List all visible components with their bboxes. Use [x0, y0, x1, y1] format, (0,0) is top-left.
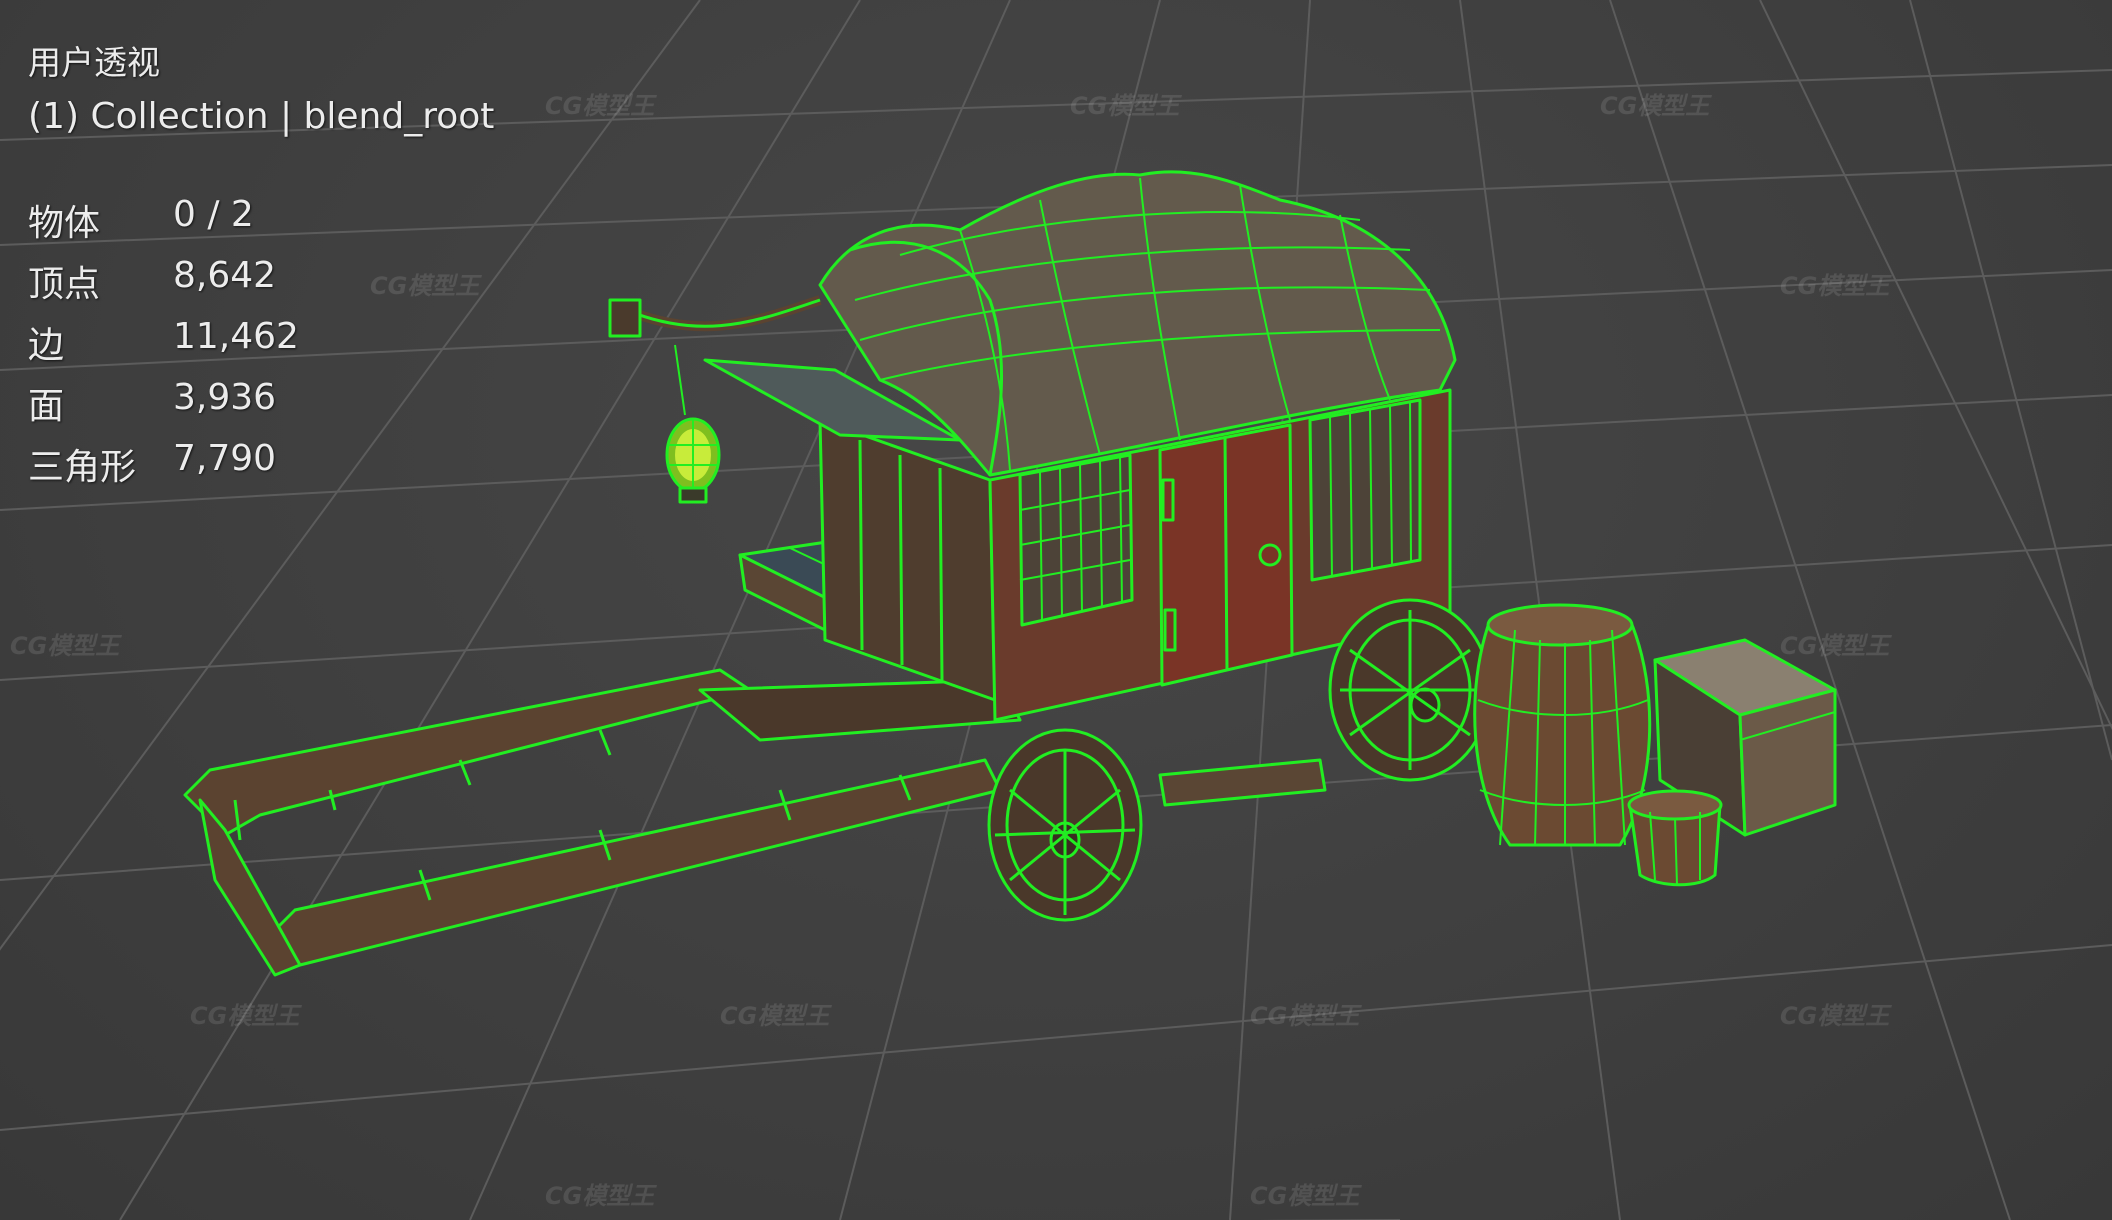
collection-info-label: (1) Collection | blend_root — [28, 96, 495, 137]
stat-label: 物体 — [28, 203, 101, 244]
barrel[interactable] — [1473, 603, 1652, 847]
watermark-text: CG模型王 — [545, 1182, 655, 1210]
stat-value: 7,790 — [173, 438, 277, 479]
watermark-text: CG模型王 — [370, 272, 480, 300]
stat-label: 顶点 — [28, 264, 101, 305]
view-name-label: 用户透视 — [28, 43, 160, 82]
stat-label: 面 — [28, 386, 65, 427]
3d-viewport[interactable]: CG模型王 CG模型王 CG模型王 CG模型王 CG模型王 CG模型王 CG模型… — [0, 0, 2112, 1220]
front-wheel[interactable] — [987, 728, 1143, 922]
watermark-text: CG模型王 — [1070, 92, 1180, 120]
watermark-text: CG模型王 — [1250, 1182, 1360, 1210]
stat-value: 3,936 — [173, 377, 277, 418]
viewport-scene[interactable] — [0, 0, 2112, 1220]
watermark-text: CG模型王 — [720, 1002, 830, 1030]
watermark-text: CG模型王 — [545, 92, 655, 120]
stat-value: 8,642 — [173, 255, 277, 296]
watermark-text: CG模型王 — [1780, 632, 1890, 660]
rear-wheel[interactable] — [1328, 598, 1492, 782]
watermark-text: CG模型王 — [10, 632, 120, 660]
watermark-text: CG模型王 — [190, 1002, 300, 1030]
stat-label: 三角形 — [28, 447, 137, 488]
bucket[interactable] — [1627, 789, 1723, 887]
watermark-text: CG模型王 — [1780, 272, 1890, 300]
stat-label: 边 — [28, 325, 65, 366]
stat-value: 11,462 — [173, 316, 299, 357]
watermark-text: CG模型王 — [1780, 1002, 1890, 1030]
stat-value: 0 / 2 — [173, 194, 254, 235]
watermark-text: CG模型王 — [1250, 1002, 1360, 1030]
watermark-text: CG模型王 — [1600, 92, 1710, 120]
